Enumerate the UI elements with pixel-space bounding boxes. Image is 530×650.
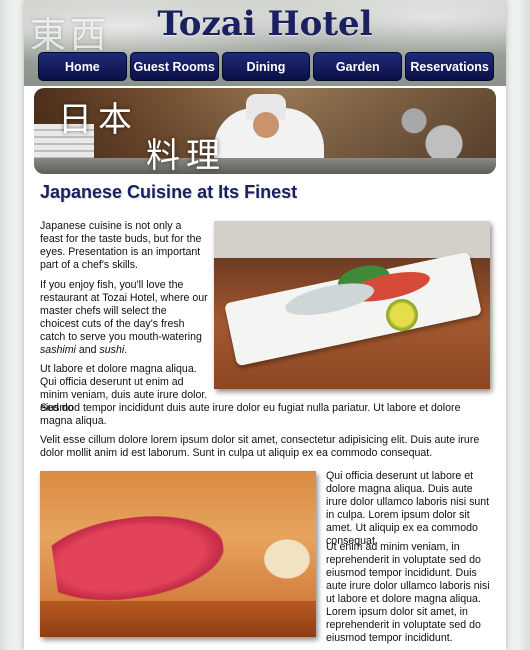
page-heading: Japanese Cuisine at Its Finest xyxy=(40,182,298,202)
nav-garden-button[interactable]: Garden xyxy=(313,52,403,81)
intro-paragraph: Japanese cuisine is not only a feast for… xyxy=(40,220,202,271)
banner-chef-face xyxy=(253,112,279,138)
sashimi-lime xyxy=(386,299,418,331)
tuna-ginger xyxy=(252,529,316,589)
banner-kanji-line2: 料理 xyxy=(146,136,226,174)
sashimi-photo xyxy=(214,221,490,389)
dining-banner-image: 日本 料理 xyxy=(34,88,496,174)
nav-reservations-button[interactable]: Reservations xyxy=(405,52,494,81)
fish-paragraph: If you enjoy fish, you'll love the resta… xyxy=(40,279,208,357)
site-header: 東西 Tozai Hotel Home Guest Rooms Dining G… xyxy=(24,0,506,86)
fish-paragraph-end: . xyxy=(124,344,128,356)
banner-kanji-line1: 日本 xyxy=(58,100,138,140)
tuna-sushi-photo xyxy=(40,471,316,637)
sashimi-term: sashimi xyxy=(40,344,76,356)
fish-paragraph-text: If you enjoy fish, you'll love the resta… xyxy=(40,279,208,343)
lorem-paragraph-2: Velit esse cillum dolore lorem ipsum dol… xyxy=(40,434,480,459)
banner-counter xyxy=(34,158,496,174)
nav-dining-button[interactable]: Dining xyxy=(221,52,311,81)
lorem-paragraph-3: Qui officia deserunt ut labore et dolore… xyxy=(326,470,490,547)
tuna-board xyxy=(40,601,316,637)
fish-paragraph-and: and xyxy=(75,344,100,356)
nav-guest-rooms-button[interactable]: Guest Rooms xyxy=(129,52,219,81)
sushi-term: sushi xyxy=(99,344,125,356)
nav-home-button[interactable]: Home xyxy=(38,52,127,81)
main-nav: Home Guest Rooms Dining Garden Reservati… xyxy=(38,52,494,81)
lorem-paragraph-1b: eiusmod tempor incididunt duis aute irur… xyxy=(40,402,461,427)
lorem-paragraph-4: Ut enim ad minim veniam, in reprehenderi… xyxy=(326,541,490,644)
page-container: 東西 Tozai Hotel Home Guest Rooms Dining G… xyxy=(24,0,506,650)
site-title[interactable]: Tozai Hotel xyxy=(24,4,506,44)
tuna-slices xyxy=(49,505,229,609)
